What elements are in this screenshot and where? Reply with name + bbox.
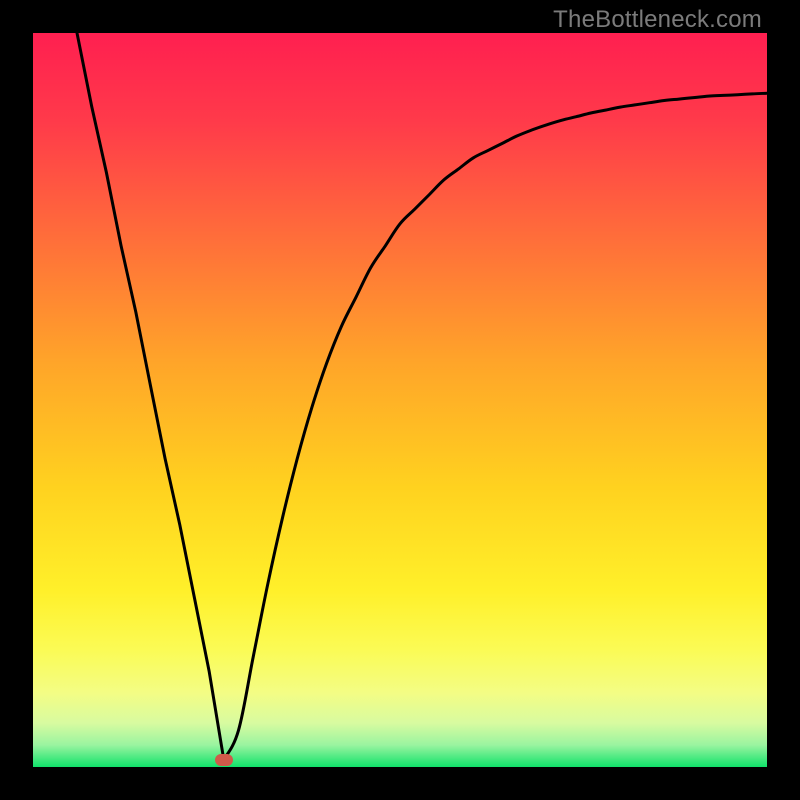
watermark-text: TheBottleneck.com — [553, 6, 762, 34]
bottleneck-curve — [33, 33, 767, 767]
plot-area — [33, 33, 767, 767]
chart-frame: TheBottleneck.com — [0, 0, 800, 800]
minimum-marker — [215, 754, 233, 766]
